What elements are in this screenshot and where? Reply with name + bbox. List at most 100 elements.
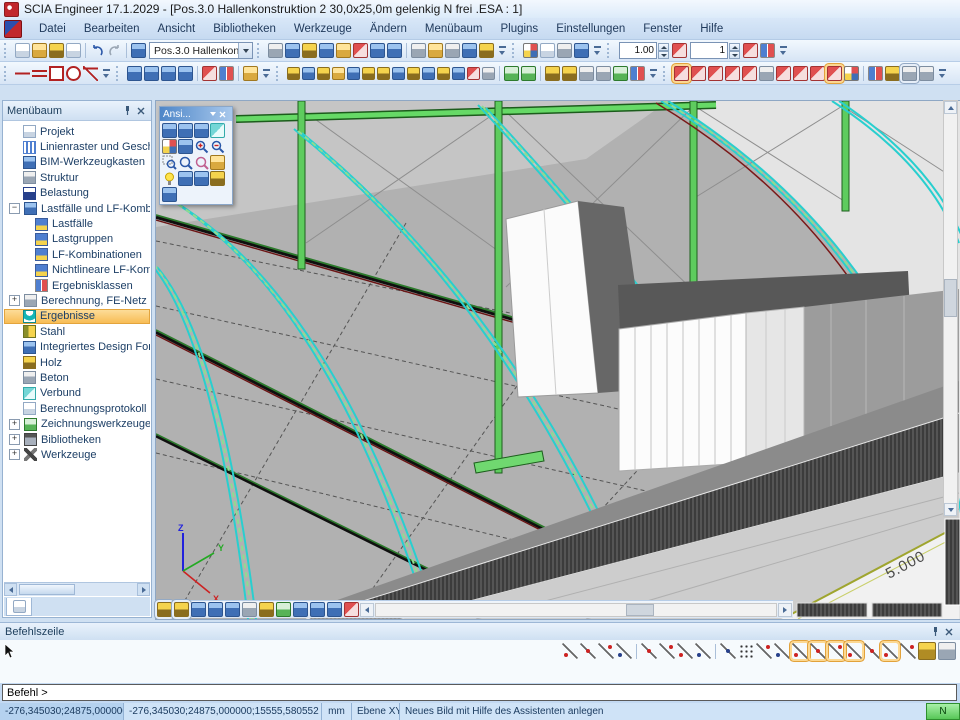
perspective-off-icon[interactable] [919,66,934,81]
model-3d-scene[interactable]: 5.000 Z X Y [156,101,960,619]
cross-section-icon[interactable] [317,67,330,80]
units-icon[interactable] [268,43,283,58]
document-home-icon[interactable] [462,43,477,58]
dot-grid-icon[interactable] [738,643,754,659]
haunch-icon[interactable] [332,67,345,80]
results-book-icon[interactable] [293,602,308,617]
toolbar-overflow-icon[interactable] [648,66,659,81]
tree-item-berechnung[interactable]: +Berechnung, FE-Netz [4,293,150,308]
menu-hilfe[interactable]: Hilfe [691,20,732,38]
light-icon[interactable] [162,171,177,186]
count-spinner-value[interactable]: 1 [690,42,728,59]
scrollbar-track[interactable] [944,114,957,503]
table-results-icon[interactable] [938,642,956,660]
fe-mesh-icon[interactable] [344,602,359,617]
model-data-icon[interactable] [793,66,808,81]
view-z-icon[interactable] [194,123,209,138]
collapse-icon[interactable]: − [9,203,20,214]
toolbar-overflow-icon[interactable] [261,66,272,81]
zoom-document-icon[interactable] [540,43,555,58]
tree-item-projekt[interactable]: Projekt [4,124,150,139]
opening-icon[interactable] [347,67,360,80]
connect-members-icon[interactable] [504,66,519,81]
project-window-icon[interactable] [131,43,146,58]
select-add-icon[interactable] [144,66,159,81]
tree-item-ergebnisklassen[interactable]: Ergebnisklassen [4,278,150,293]
table-icon[interactable] [370,43,385,58]
grid-member-icon[interactable] [452,67,465,80]
spinner-up-icon[interactable] [658,43,669,51]
picture-to-gallery-icon[interactable] [194,171,209,186]
viewport-3d[interactable]: 5.000 Z X Y [155,100,960,620]
view-colored-icon[interactable] [162,139,177,154]
zoom-selection-icon[interactable] [194,155,209,170]
toolbar-grip[interactable] [663,66,669,81]
document-icon[interactable] [445,43,460,58]
tree-item-stahl[interactable]: Stahl [4,324,150,339]
member-labels-icon[interactable] [242,602,257,617]
tree-item-werkzeuge[interactable]: +Werkzeuge [4,447,150,462]
layers-icon[interactable] [285,43,300,58]
picture-table-icon[interactable] [310,602,325,617]
scroll-up-icon[interactable] [944,101,957,114]
snap-tangent-icon[interactable] [659,643,675,659]
spinner-up-icon[interactable] [729,43,740,51]
snap-z-icon[interactable] [864,643,880,659]
toolbar-grip[interactable] [512,43,518,58]
chevron-down-icon[interactable] [238,43,252,58]
beam-tool-icon[interactable] [302,67,315,80]
scroll-left-icon[interactable] [360,603,374,617]
select-previous-icon[interactable] [178,66,193,81]
scrollbar-thumb[interactable] [626,604,654,616]
recycle-icon[interactable] [613,66,628,81]
spinner-buttons[interactable] [729,43,740,59]
snap-center-icon[interactable] [598,643,614,659]
snap-orthogonal-icon[interactable] [846,643,862,659]
tree-item-verbund[interactable]: Verbund [4,386,150,401]
cursor-snap-icon[interactable] [720,643,736,659]
print-icon[interactable] [411,43,426,58]
perspective-icon[interactable] [902,66,917,81]
clipboard-icon[interactable] [336,43,351,58]
viewport-horizontal-scrollbar[interactable] [375,603,777,617]
tree-item-beton[interactable]: Beton [4,370,150,385]
shell-icon[interactable] [392,67,405,80]
menu-ansicht[interactable]: Ansicht [148,20,204,38]
render-wireframe-icon[interactable] [157,602,172,617]
snap-arc-icon[interactable] [695,643,711,659]
spinner-down-icon[interactable] [729,51,740,59]
snap-curve-icon[interactable] [900,643,916,659]
view-cube-icon[interactable] [162,187,177,202]
menu-bearbeiten[interactable]: Bearbeiten [75,20,149,38]
scale-148-icon[interactable] [760,43,775,58]
table-compose-icon[interactable] [387,43,402,58]
expand-icon[interactable]: + [9,449,20,460]
loads-display-icon[interactable] [208,602,223,617]
spinner-buttons[interactable] [658,43,669,59]
toolbar-overflow-icon[interactable] [778,43,789,58]
tree-item-nichtlineare[interactable]: Nichtlineare LF-Komb [4,263,150,278]
view-axo-icon[interactable] [210,123,225,138]
scrollbar-thumb[interactable] [944,279,957,317]
open-icon[interactable] [32,43,47,58]
redo-icon[interactable] [107,43,122,58]
view-y-icon[interactable] [178,123,193,138]
snap-polygon-icon[interactable] [882,643,898,659]
scrollbar-thumb[interactable] [19,584,75,595]
scroll-down-icon[interactable] [944,503,957,516]
select-all-icon[interactable] [161,66,176,81]
toolbar-overflow-icon[interactable] [101,66,112,81]
tree-item-struktur[interactable]: Struktur [4,170,150,185]
print-preview-icon[interactable] [428,43,443,58]
tree-item-integriertes-design[interactable]: Integriertes Design Form [4,339,150,354]
count-spinner[interactable]: 1 [690,42,740,59]
snap-line-endpoints-icon[interactable] [792,643,808,659]
toolbar-overflow-icon[interactable] [937,66,948,81]
beam-labels-icon[interactable] [674,66,689,81]
expand-icon[interactable]: + [9,295,20,306]
zoom-in-icon[interactable] [194,139,209,154]
toolbar-grip[interactable] [116,66,122,81]
ruler-icon[interactable] [557,43,572,58]
scroll-right-icon[interactable] [778,603,792,617]
line-grid-icon[interactable] [756,643,772,659]
